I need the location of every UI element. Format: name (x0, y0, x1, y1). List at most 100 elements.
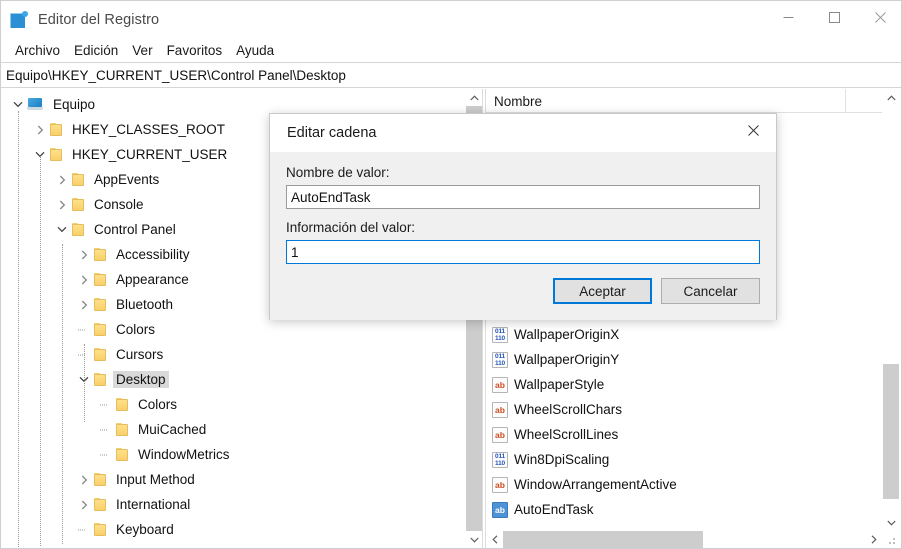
folder-icon (71, 173, 85, 187)
tree-item-label: Keyboard (113, 521, 177, 538)
string-value-icon: ab (492, 402, 508, 418)
tree-scroll-up-icon[interactable] (466, 89, 482, 106)
tree-item-windowmetrics[interactable]: WindowMetrics (1, 442, 464, 467)
tree-item-label: International (113, 496, 193, 513)
string-value-icon: ab (492, 377, 508, 393)
tree-item-colors[interactable]: Colors (1, 317, 464, 342)
tree-item-label: Console (91, 196, 147, 213)
folder-icon (115, 423, 129, 437)
folder-icon (71, 198, 85, 212)
value-data-input[interactable] (286, 240, 760, 264)
chevron-right-icon[interactable] (75, 467, 93, 492)
chevron-right-icon[interactable] (53, 167, 71, 192)
chevron-right-icon[interactable] (75, 242, 93, 267)
chevron-right-icon[interactable] (75, 267, 93, 292)
chevron-down-icon[interactable] (53, 217, 71, 242)
values-vscroll-thumb[interactable] (883, 364, 899, 499)
tree-item-keyboard[interactable]: Keyboard (1, 517, 464, 542)
values-hscroll-thumb[interactable] (503, 531, 703, 548)
close-button[interactable] (857, 1, 902, 33)
value-row[interactable]: abWallpaperStyle (486, 372, 882, 397)
values-scroll-right-icon[interactable] (865, 531, 882, 548)
tree-guide-line (18, 111, 19, 548)
tree-leaf-connector-icon (75, 317, 93, 342)
menu-ver[interactable]: Ver (125, 41, 159, 60)
values-scroll-left-icon[interactable] (486, 531, 503, 548)
resize-grip-icon (887, 536, 897, 546)
dialog-title-bar: Editar cadena (270, 114, 776, 152)
column-nombre[interactable]: Nombre (486, 89, 846, 113)
tree-guide-line (40, 156, 41, 546)
folder-icon (115, 448, 129, 462)
binary-value-icon: 011110 (492, 452, 508, 468)
values-horizontal-scrollbar[interactable] (486, 531, 882, 548)
tree-item-mouse[interactable]: Mouse (1, 542, 464, 548)
tree-item-desktop[interactable]: Desktop (1, 367, 464, 392)
folder-icon (93, 373, 107, 387)
dialog-title: Editar cadena (287, 125, 376, 141)
cancel-button[interactable]: Cancelar (661, 278, 760, 304)
chevron-right-icon[interactable] (75, 492, 93, 517)
string-value-icon: ab (492, 502, 508, 518)
tree-item-label: HKEY_CURRENT_USER (69, 146, 230, 163)
value-row[interactable]: abAutoEndTask (486, 497, 882, 522)
folder-icon (93, 273, 107, 287)
minimize-button[interactable] (765, 1, 811, 33)
folder-icon (93, 523, 107, 537)
value-row[interactable]: 011110WallpaperOriginY (486, 347, 882, 372)
folder-icon (93, 498, 107, 512)
tree-leaf-connector-icon (97, 442, 115, 467)
value-row[interactable]: ab WheelScrollChars (486, 397, 882, 422)
string-value-icon: ab (492, 427, 508, 443)
values-scroll-down-icon[interactable] (883, 514, 899, 531)
chevron-right-icon[interactable] (53, 192, 71, 217)
title-bar: Editor del Registro (1, 1, 902, 39)
tree-guide-line (62, 244, 63, 544)
chevron-right-icon[interactable] (75, 292, 93, 317)
maximize-button[interactable] (811, 1, 857, 33)
value-row[interactable]: abWindowArrangementActive (486, 472, 882, 497)
binary-value-icon: 011110 (492, 327, 508, 343)
tree-item-label: Input Method (113, 471, 198, 488)
string-value-icon: ab (492, 477, 508, 493)
folder-icon (93, 323, 107, 337)
registry-editor-window: Editor del Registro Archivo Edición Ver … (0, 0, 902, 549)
tree-item-label: Appearance (113, 271, 192, 288)
menu-edicion[interactable]: Edición (67, 41, 125, 60)
value-name: WheelScrollChars (514, 402, 622, 417)
dialog-close-button[interactable] (730, 114, 776, 146)
registry-editor-icon (10, 11, 28, 29)
tree-item-label: HKEY_CLASSES_ROOT (69, 121, 228, 138)
window-controls (765, 1, 902, 33)
tree-item-label: Colors (135, 396, 180, 413)
values-column-header: Nombre (486, 89, 882, 113)
folder-icon (93, 248, 107, 262)
menu-archivo[interactable]: Archivo (8, 41, 67, 60)
menu-ayuda[interactable]: Ayuda (229, 41, 281, 60)
folder-icon (71, 223, 85, 237)
values-vscroll-track[interactable] (883, 106, 899, 514)
tree-item-label: AppEvents (91, 171, 162, 188)
menu-favoritos[interactable]: Favoritos (160, 41, 230, 60)
value-row[interactable]: 011110WallpaperOriginX (486, 322, 882, 347)
address-bar[interactable]: Equipo\HKEY_CURRENT_USER\Control Panel\D… (1, 62, 902, 88)
tree-item-muicached[interactable]: MuiCached (1, 417, 464, 442)
tree-leaf-connector-icon (75, 542, 93, 548)
values-hscroll-track[interactable] (503, 531, 865, 548)
folder-icon (93, 298, 107, 312)
value-name-input[interactable] (286, 185, 760, 209)
values-scroll-up-icon[interactable] (883, 89, 899, 106)
value-row[interactable]: abWheelScrollLines (486, 422, 882, 447)
accept-button[interactable]: Aceptar (553, 278, 652, 304)
tree-scroll-down-icon[interactable] (466, 531, 482, 548)
tree-item-international[interactable]: International (1, 492, 464, 517)
dialog-buttons: Aceptar Cancelar (553, 278, 760, 304)
chevron-right-icon[interactable] (31, 117, 49, 142)
tree-item-input-method[interactable]: Input Method (1, 467, 464, 492)
value-row[interactable]: 011110Win8DpiScaling (486, 447, 882, 472)
tree-item-colors[interactable]: Colors (1, 392, 464, 417)
tree-item-cursors[interactable]: Cursors (1, 342, 464, 367)
tree-guide-line (84, 344, 85, 422)
registry-path: Equipo\HKEY_CURRENT_USER\Control Panel\D… (1, 68, 346, 83)
values-vertical-scrollbar[interactable] (882, 89, 899, 531)
